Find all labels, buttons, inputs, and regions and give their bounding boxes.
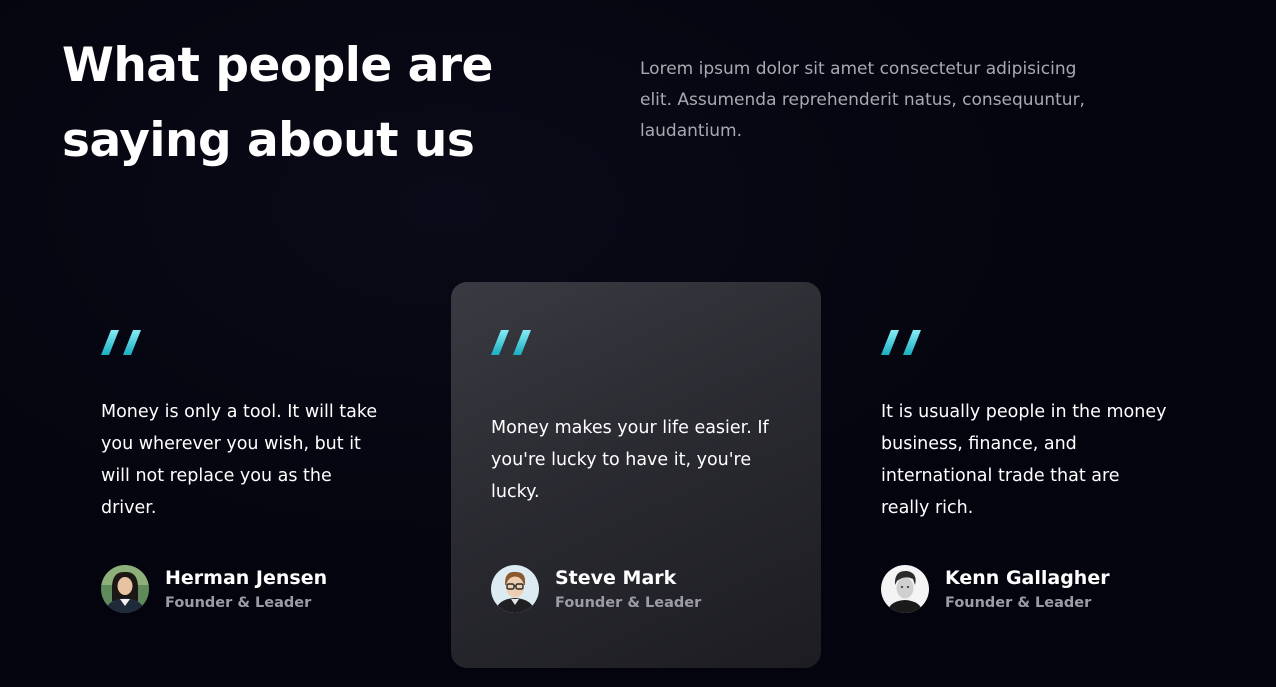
testimonial-quote: Money is only a tool. It will take you w… [101,402,378,518]
author-role: Founder & Leader [555,595,702,611]
author-name: Kenn Gallagher [945,567,1110,589]
testimonial-card: It is usually people in the money busine… [841,282,1211,668]
quote-icon [101,330,141,355]
testimonial-author: Kenn Gallagher Founder & Leader [881,565,1181,613]
author-role: Founder & Leader [165,595,312,611]
quote-icon [881,330,921,355]
testimonial-card-featured: Money makes your life easier. If you're … [451,282,821,668]
testimonial-card: Money is only a tool. It will take you w… [61,282,431,668]
section-title: What people are saying about us [62,38,493,168]
section-intro: Lorem ipsum dolor sit amet consectetur a… [640,59,1085,141]
author-name: Herman Jensen [165,567,328,589]
testimonial-quote: Money makes your life easier. If you're … [491,418,769,502]
testimonial-quote: It is usually people in the money busine… [881,402,1167,518]
person-avatar-icon [491,565,539,613]
person-avatar-icon [881,565,929,613]
quote-icon [491,330,531,355]
person-avatar-icon [101,565,149,613]
testimonial-author: Herman Jensen Founder & Leader [101,565,401,613]
testimonials-section: What people are saying about us Lorem ip… [0,0,1276,687]
author-role: Founder & Leader [945,595,1092,611]
author-name: Steve Mark [555,567,677,589]
testimonial-author: Steve Mark Founder & Leader [491,565,791,613]
